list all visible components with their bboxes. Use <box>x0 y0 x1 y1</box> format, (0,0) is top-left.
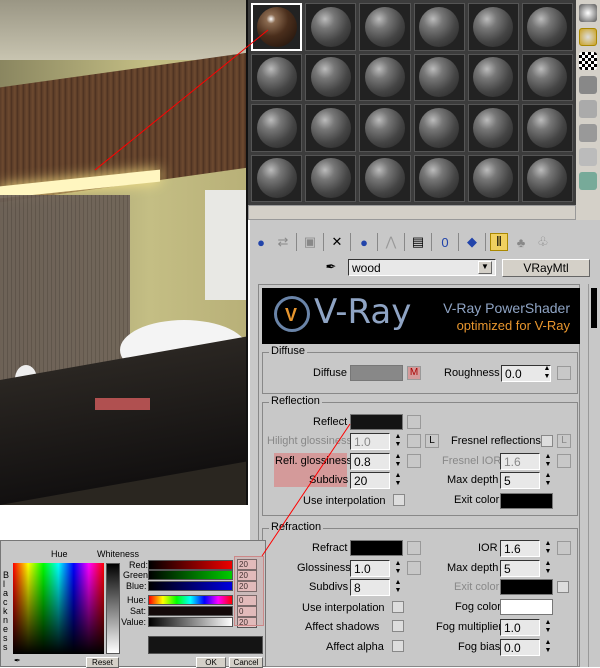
annotation-line-reflect <box>261 423 351 557</box>
annotation-lines <box>94 29 351 557</box>
annotation-line-wood <box>94 29 269 171</box>
